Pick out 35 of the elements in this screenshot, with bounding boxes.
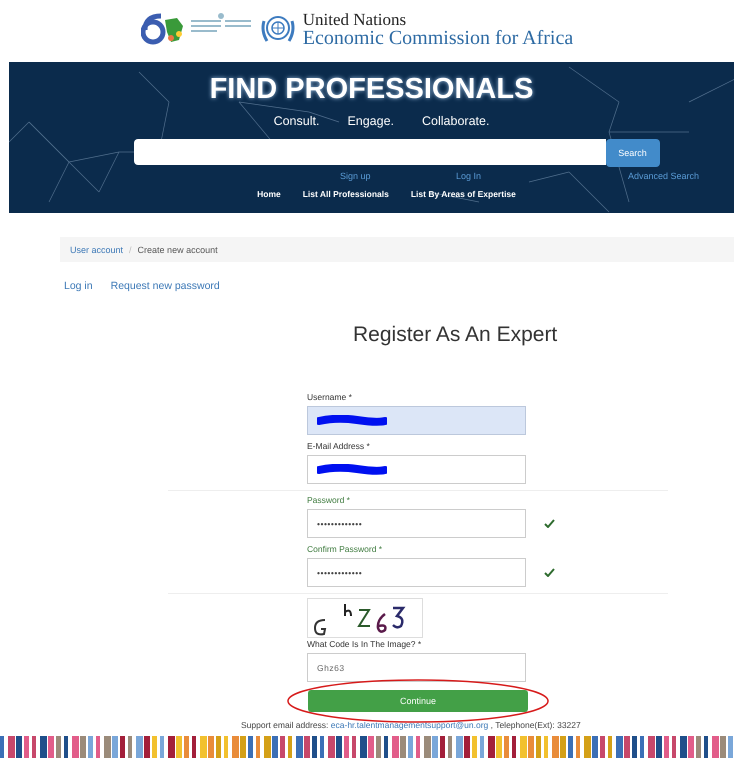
continue-button[interactable]: Continue — [308, 690, 528, 712]
header-link[interactable]: Sign up — [340, 171, 371, 181]
breadcrumb-link[interactable]: User account — [70, 244, 124, 254]
tagline: Engage. — [347, 114, 394, 128]
search-field[interactable] — [134, 139, 606, 165]
field-label: Username * — [307, 392, 353, 402]
header-link[interactable]: Advanced Search — [628, 171, 700, 181]
field-label: Password * — [307, 495, 351, 505]
text-field[interactable] — [307, 455, 526, 484]
account-tab[interactable]: Request new password — [110, 280, 220, 292]
page-title: Register As An Expert — [353, 323, 558, 347]
breadcrumb-separator: / — [129, 244, 132, 254]
support-email-link[interactable]: eca-hr.talentmanagementsupport@un.org — [330, 720, 488, 730]
account-tab[interactable]: Log in — [64, 280, 93, 292]
header-link[interactable]: Log In — [456, 171, 482, 181]
tagline: Consult. — [274, 114, 320, 128]
check-icon — [544, 519, 555, 528]
breadcrumb-current: Create new account — [138, 244, 218, 254]
banner-title: FIND PROFESSIONALS — [210, 73, 534, 106]
support-text: Support email address: eca-hr.talentmanagementsupport@un.org , Telephone(Ext): 33227 — [241, 720, 582, 730]
field-label: Confirm Password * — [307, 544, 384, 554]
org-name: United Nations — [302, 10, 408, 28]
field-label: What Code Is In The Image? * — [307, 639, 422, 649]
check-icon — [544, 568, 555, 577]
text-field[interactable]: ••••••••••••• — [307, 509, 526, 538]
field-label: E-Mail Address * — [307, 441, 371, 451]
nav-link[interactable]: List By Areas of Expertise — [410, 189, 516, 199]
tagline: Collaborate. — [422, 114, 490, 128]
nav-link[interactable]: List All Professionals — [302, 189, 389, 199]
search-button[interactable]: Search — [606, 139, 660, 167]
text-field[interactable] — [307, 406, 526, 435]
captcha-field[interactable]: Ghz63 — [307, 653, 526, 682]
org-subtitle: Economic Commission for Africa — [302, 28, 574, 48]
nav-link[interactable]: Home — [257, 189, 281, 199]
text-field[interactable]: ••••••••••••• — [307, 558, 526, 587]
